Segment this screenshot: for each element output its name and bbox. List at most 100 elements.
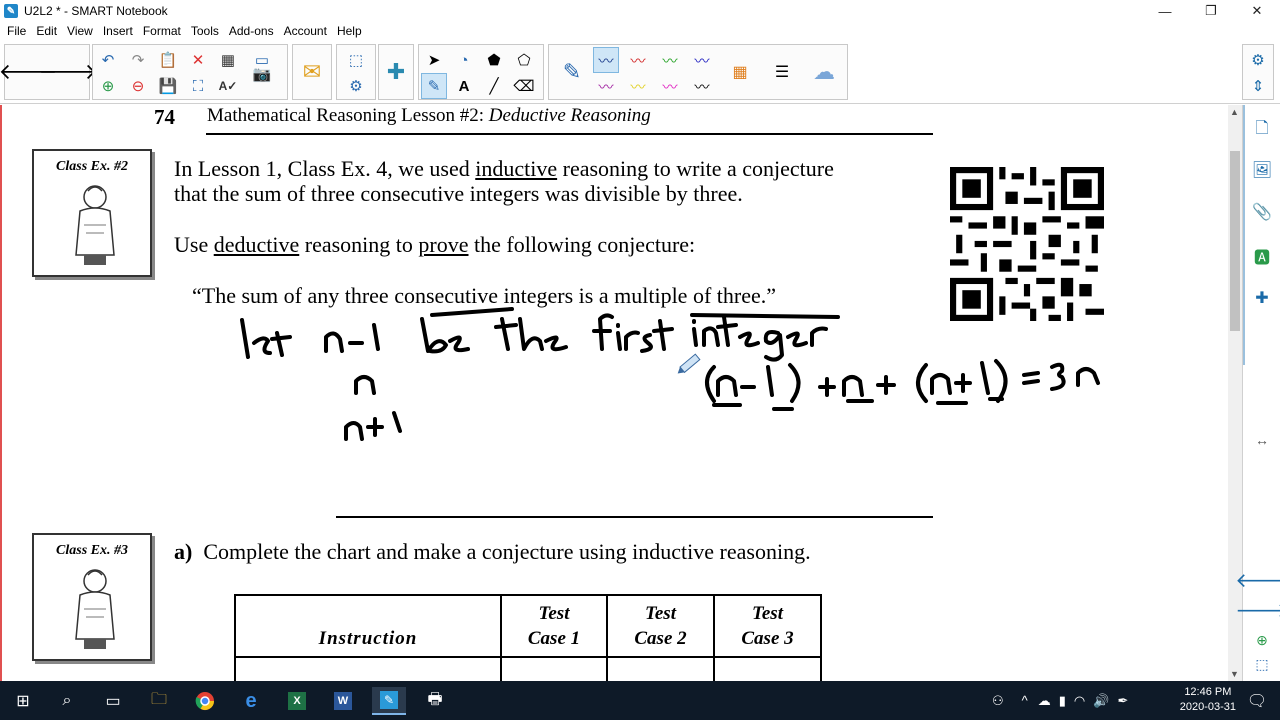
gadgets-icon[interactable]: ⚙	[343, 73, 369, 99]
table-cell[interactable]	[500, 656, 608, 681]
windows-taskbar: ⊞ ⌕ ▭ 🗀 e X W ✎ 🖶 ⚇ ^ ☁ ▮ ◠ 🔊 ✒ 12:46 PM…	[0, 681, 1280, 720]
start-windows-icon[interactable]: ⊞	[6, 687, 40, 715]
minimize-button[interactable]: —	[1142, 0, 1188, 22]
text-icon[interactable]: A	[451, 73, 477, 99]
side-tab-strip	[1243, 105, 1245, 365]
notification-center-icon[interactable]: 🗨	[1240, 687, 1274, 715]
ink-stroke	[818, 377, 836, 397]
add-ons-icon[interactable]: ✚	[1247, 283, 1277, 313]
taskbar-clock[interactable]: 12:46 PM 2020-03-31	[1180, 685, 1236, 715]
class-ex-3-label: Class Ex. #3	[56, 543, 128, 558]
next-page-side-icon[interactable]: 🡒	[1235, 595, 1280, 625]
redo-icon[interactable]: ↷	[125, 47, 151, 73]
volume-icon[interactable]: 🔊	[1093, 693, 1109, 709]
paste-icon[interactable]: 📋	[155, 47, 181, 73]
scroll-thumb[interactable]	[1230, 151, 1240, 331]
ink-stroke	[616, 323, 622, 351]
eraser-icon[interactable]: ⌫	[511, 73, 537, 99]
close-button[interactable]: ✕	[1234, 0, 1280, 22]
menu-view[interactable]: View	[62, 24, 98, 38]
settings-gear-icon[interactable]: ⚙	[1245, 47, 1271, 73]
window-title: U2L2 * - SMART Notebook	[24, 4, 168, 18]
printer-app-icon[interactable]: 🖶	[418, 687, 452, 715]
save-icon[interactable]: 💾	[155, 73, 181, 99]
undo-icon[interactable]: ↶	[95, 47, 121, 73]
pen-red-icon[interactable]: 〰	[625, 47, 651, 73]
line-style-icon[interactable]: ☰	[763, 46, 801, 98]
vertical-scrollbar[interactable]: ▲ ▼	[1228, 105, 1242, 681]
menu-account[interactable]: Account	[279, 24, 332, 38]
notebook-page[interactable]: 74 Mathematical Reasoning Lesson #2: Ded…	[0, 105, 1228, 681]
menu-addons[interactable]: Add-ons	[224, 24, 279, 38]
capture-icon[interactable]: ⬚	[343, 47, 369, 73]
table-cell[interactable]	[713, 656, 822, 681]
move-toolbar-icon[interactable]: ⇕	[1245, 73, 1271, 99]
select-arrow-icon[interactable]: ➤	[421, 47, 447, 73]
pen-dark-blue-icon[interactable]: 〰	[593, 47, 619, 73]
menu-file[interactable]: File	[2, 24, 31, 38]
color-palette-icon[interactable]: ▦	[721, 46, 759, 98]
restore-button[interactable]: ❐	[1188, 0, 1234, 22]
add-page-icon[interactable]: ⊕	[95, 73, 121, 99]
ink-layer[interactable]	[2, 105, 1228, 465]
smart-notebook-taskbar-icon[interactable]: ✎	[372, 687, 406, 715]
menu-edit[interactable]: Edit	[31, 24, 62, 38]
table-icon[interactable]: ▦	[215, 47, 241, 73]
menu-format[interactable]: Format	[138, 24, 186, 38]
ink-stroke	[916, 363, 928, 403]
search-icon[interactable]: ⌕	[50, 687, 84, 715]
document-camera-icon[interactable]: 📷	[249, 61, 275, 87]
pen-yellow-icon[interactable]: 〰	[625, 73, 651, 99]
word-icon[interactable]: W	[326, 687, 360, 715]
capture-side-icon[interactable]: ⬚	[1247, 649, 1277, 679]
previous-page-side-icon[interactable]: 🡐	[1235, 565, 1280, 595]
next-page-button[interactable]: 🡒	[39, 46, 98, 98]
page-sorter-icon[interactable]: 🗋	[1247, 115, 1277, 145]
tools-group: ➤ ◔ ⬟ ⬠ ✎ A ╱ ⌫	[418, 44, 544, 100]
fill-icon[interactable]: ⬠	[511, 47, 537, 73]
edge-icon[interactable]: e	[234, 687, 268, 715]
full-screen-icon[interactable]: ⛶	[185, 73, 211, 99]
excel-icon[interactable]: X	[280, 687, 314, 715]
pen-black-icon[interactable]: 〰	[689, 73, 715, 99]
resize-sidebar-icon[interactable]: ↔	[1247, 425, 1277, 455]
transparency-icon[interactable]: ☁	[805, 46, 843, 98]
pens-icon[interactable]: ✎	[421, 73, 447, 99]
wifi-icon[interactable]: ◠	[1074, 693, 1085, 709]
spell-check-icon[interactable]: A✓	[215, 73, 241, 99]
onedrive-icon[interactable]: ☁	[1038, 693, 1051, 709]
table-cell[interactable]	[234, 656, 502, 681]
menu-insert[interactable]: Insert	[98, 24, 138, 38]
shapes-icon[interactable]: ⬟	[481, 47, 507, 73]
pen-purple-icon[interactable]: 〰	[593, 73, 619, 99]
ink-stroke	[652, 319, 674, 351]
pen-green-icon[interactable]: 〰	[657, 47, 683, 73]
add-ons-puzzle-icon[interactable]: ✚	[379, 46, 413, 98]
gallery-icon[interactable]: 🖼	[1247, 155, 1277, 185]
scroll-down-icon[interactable]: ▼	[1230, 669, 1239, 679]
pen-type-icon[interactable]: ✎	[553, 46, 591, 98]
file-explorer-icon[interactable]: 🗀	[142, 687, 176, 715]
people-icon[interactable]: ⚇	[992, 693, 1004, 709]
pen-blue-icon[interactable]: 〰	[689, 47, 715, 73]
delete-page-icon[interactable]: ⊖	[125, 73, 151, 99]
properties-icon[interactable]: 🅰	[1247, 241, 1277, 271]
pen-magenta-icon[interactable]: 〰	[657, 73, 683, 99]
menu-help[interactable]: Help	[332, 24, 367, 38]
line-icon[interactable]: ╱	[481, 73, 507, 99]
attachments-icon[interactable]: 📎	[1247, 197, 1277, 227]
delete-icon[interactable]: ✕	[185, 47, 211, 73]
show-hidden-icons[interactable]: ^	[1022, 693, 1028, 708]
chrome-icon[interactable]	[188, 687, 222, 715]
scroll-up-icon[interactable]: ▲	[1230, 107, 1239, 117]
pen-workspace-icon[interactable]: ✒	[1117, 693, 1128, 709]
ink-stroke	[372, 323, 380, 351]
ink-stroke	[344, 421, 364, 441]
menu-tools[interactable]: Tools	[186, 24, 224, 38]
ink-stroke	[930, 373, 952, 395]
lesson-activity-icon[interactable]: ✉	[293, 46, 331, 98]
battery-icon[interactable]: ▮	[1059, 693, 1066, 709]
task-view-icon[interactable]: ▭	[96, 687, 130, 715]
table-cell[interactable]	[606, 656, 715, 681]
magic-pen-icon[interactable]: ◔	[451, 47, 477, 73]
